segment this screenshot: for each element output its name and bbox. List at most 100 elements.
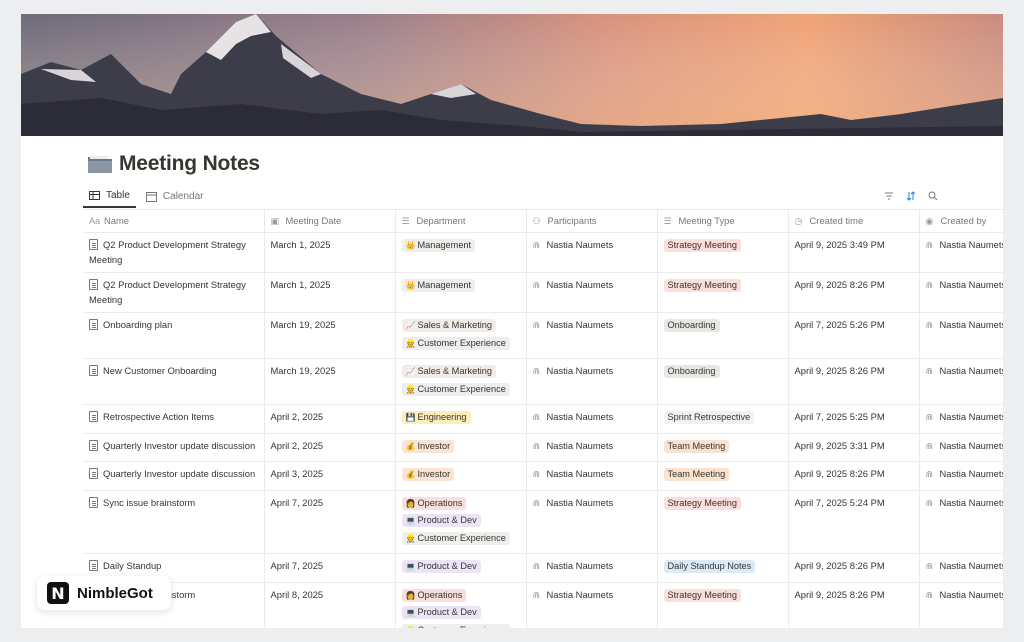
cell-meeting-date[interactable]: April 2, 2025	[264, 404, 396, 434]
cell-created-time[interactable]: April 7, 2025 5:26 PM	[788, 312, 920, 359]
column-header-name[interactable]: Aa Name	[83, 210, 265, 233]
cell-participants[interactable]: ⋒ Nastia Naumets	[526, 490, 658, 554]
cell-created-time[interactable]: April 7, 2025 5:24 PM	[788, 490, 920, 554]
cell-participants[interactable]: ⋒ Nastia Naumets	[526, 553, 658, 583]
column-header-participants[interactable]: ⚇ Participants	[526, 210, 658, 233]
table-row[interactable]: Sync issue brainstorm April 7, 2025 👩 Opera…	[83, 490, 1003, 554]
cell-department[interactable]: 💾 Engineering	[395, 404, 527, 434]
creator: ⋒ Nastia Naumets	[926, 411, 1004, 422]
cell-meeting-type[interactable]: Team Meeting	[657, 433, 789, 462]
table-row[interactable]: Sync issue brainstormApril 8, 2025👩Opera…	[83, 582, 1003, 628]
filter-icon[interactable]	[883, 190, 895, 202]
column-header-meeting-date[interactable]: ▣ Meeting Date	[264, 210, 396, 233]
cell-meeting-type[interactable]: Onboarding	[657, 312, 789, 359]
cell-meeting-date[interactable]: March 1, 2025	[264, 232, 396, 273]
table-row[interactable]: Quarterly Investor update discussion Apri…	[83, 433, 1003, 462]
cell-meeting-type[interactable]: Onboarding	[657, 358, 789, 405]
cell-created-time[interactable]: April 9, 2025 3:31 PM	[788, 433, 920, 462]
department-tag: 💻 Product & Dev	[401, 514, 481, 527]
table-row[interactable]: Daily Standup April 7, 2025 💻 Product & Dev…	[83, 553, 1003, 583]
cell-participants[interactable]: ⋒ Nastia Naumets	[526, 312, 658, 359]
cell-created-by[interactable]: ⋒ Nastia Naumets	[919, 404, 1004, 434]
cell-created-by[interactable]: ⋒ Nastia Naumets	[919, 461, 1003, 491]
cell-created-time[interactable]: April 9, 2025 8:26 PM	[788, 461, 920, 491]
cell-name[interactable]: Q2 Product Development Strategy Meeting	[83, 272, 265, 313]
cell-created-time[interactable]: April 9, 2025 8:26 PM	[788, 553, 920, 583]
cell-created-time[interactable]: April 7, 2025 5:25 PM	[788, 404, 920, 434]
sort-icon[interactable]	[905, 190, 917, 202]
table-row[interactable]: Q2 Product Development Strategy Meeting M…	[83, 232, 1003, 273]
cell-meeting-date[interactable]: April 8, 2025	[264, 582, 396, 628]
cell-meeting-type[interactable]: Strategy Meeting	[657, 490, 789, 554]
column-header-meeting-type[interactable]: ☰ Meeting Type	[657, 210, 789, 233]
search-icon[interactable]	[927, 190, 939, 202]
cell-participants[interactable]: ⋒ Nastia Naumets	[526, 404, 658, 434]
cell-created-time[interactable]: April 9, 2025 8:26 PM	[788, 358, 920, 405]
cell-department[interactable]: 💰 Investor	[395, 461, 527, 491]
participant: ⋒ Nastia Naumets	[533, 365, 614, 376]
cell-created-by[interactable]: ⋒ Nastia Naumets	[919, 553, 1003, 583]
cell-participants[interactable]: ⋒ Nastia Naumets	[526, 232, 658, 273]
cell-participants[interactable]: ⋒ Nastia Naumets	[526, 433, 658, 462]
cell-department[interactable]: 💻 Product & Dev	[395, 553, 527, 583]
cell-department[interactable]: 👩Operations💻Product & Dev👷Customer Exper…	[395, 490, 527, 554]
cell-department[interactable]: 📈 Sales & Marketing 👷 Customer Experience	[395, 358, 527, 405]
select-property-icon: ☰	[663, 216, 672, 226]
cell-department[interactable]: 👑 Management	[395, 272, 527, 313]
cell-meeting-date[interactable]: April 7, 2025	[264, 490, 396, 554]
cell-meeting-type[interactable]: Sprint Retrospective	[657, 404, 789, 434]
cell-meeting-type[interactable]: Team Meeting	[657, 461, 789, 491]
department-emoji: 👷	[405, 384, 416, 394]
cell-department[interactable]: 👑 Management	[395, 232, 527, 273]
department-emoji: 👩	[405, 590, 416, 600]
cell-created-time[interactable]: April 9, 2025 8:26 PM	[788, 582, 920, 628]
table-row[interactable]: Onboarding plan March 19, 2025 📈 Sales & Ma…	[83, 312, 1003, 359]
cell-created-by[interactable]: ⋒ Nastia Naumets	[919, 490, 1003, 554]
cell-meeting-type[interactable]: Strategy Meeting	[657, 272, 789, 313]
tab-calendar[interactable]: Calendar	[140, 184, 210, 208]
cell-meeting-type[interactable]: Strategy Meeting	[657, 232, 789, 273]
cell-created-by[interactable]: ⋒ Nastia Naumets	[919, 582, 1003, 628]
cell-meeting-date[interactable]: April 3, 2025	[264, 461, 396, 491]
table-row[interactable]: Quarterly Investor update discussion Apri…	[83, 461, 1003, 491]
cell-participants[interactable]: ⋒ Nastia Naumets	[526, 358, 658, 405]
cell-meeting-date[interactable]: March 19, 2025	[264, 312, 396, 359]
cell-department[interactable]: 👩Operations💻Product & Dev👷Customer Exper…	[395, 582, 527, 628]
cell-meeting-type[interactable]: Strategy Meeting	[657, 582, 789, 628]
cell-participants[interactable]: ⋒ Nastia Naumets	[526, 461, 658, 491]
cell-created-by[interactable]: ⋒ Nastia Naumets	[919, 272, 1003, 313]
cell-meeting-date[interactable]: March 1, 2025	[264, 272, 396, 313]
department-tag: 👩 Operations	[401, 496, 467, 510]
cell-meeting-type[interactable]: Daily Standup Notes	[657, 553, 789, 583]
cell-department[interactable]: 📈 Sales & Marketing 👷 Customer Experience	[395, 312, 527, 359]
cell-name[interactable]: Quarterly Investor update discussion	[83, 461, 265, 491]
column-header-created-by[interactable]: ◉ Created by	[919, 210, 1003, 233]
cell-created-time[interactable]: April 9, 2025 8:26 PM	[788, 272, 920, 313]
cell-meeting-date[interactable]: March 19, 2025	[264, 358, 396, 405]
cell-name[interactable]: Sync issue brainstorm	[83, 490, 265, 554]
cell-department[interactable]: 💰 Investor	[395, 433, 527, 462]
tab-table[interactable]: Table	[83, 184, 136, 208]
participant-name: Nastia Naumets	[546, 588, 614, 600]
cell-created-by[interactable]: ⋒ Nastia Naumets	[919, 358, 1003, 405]
cell-created-by[interactable]: ⋒ Nastia Naumets	[919, 312, 1003, 359]
cell-name[interactable]: Onboarding plan	[83, 312, 265, 359]
cell-created-time[interactable]: April 9, 2025 3:49 PM	[788, 232, 920, 273]
column-header-created-time[interactable]: ◷ Created time	[788, 210, 920, 233]
table-row[interactable]: New Customer Onboarding March 19, 2025 📈 Sa…	[83, 358, 1003, 405]
cell-meeting-date[interactable]: April 2, 2025	[264, 433, 396, 462]
column-header-department[interactable]: ☰ Department	[395, 210, 527, 233]
department-emoji: 💰	[405, 470, 416, 479]
cell-name[interactable]: Retrospective Action Items	[83, 404, 265, 434]
cell-name[interactable]: Q2 Product Development Strategy Meeting	[83, 232, 265, 273]
cell-name[interactable]: Quarterly Investor update discussion	[83, 433, 265, 462]
table-row[interactable]: Retrospective Action Items April 2, 2025 💾…	[83, 404, 1004, 434]
table-row[interactable]: Q2 Product Development Strategy Meeting M…	[83, 272, 1003, 313]
cell-created-by[interactable]: ⋒ Nastia Naumets	[919, 433, 1003, 462]
cell-participants[interactable]: ⋒ Nastia Naumets	[526, 582, 658, 628]
cell-name[interactable]: New Customer Onboarding	[83, 358, 265, 405]
cell-participants[interactable]: ⋒ Nastia Naumets	[526, 272, 658, 313]
person-icon: ⋒	[925, 469, 934, 479]
cell-created-by[interactable]: ⋒ Nastia Naumets	[919, 232, 1003, 273]
cell-meeting-date[interactable]: April 7, 2025	[264, 553, 396, 583]
